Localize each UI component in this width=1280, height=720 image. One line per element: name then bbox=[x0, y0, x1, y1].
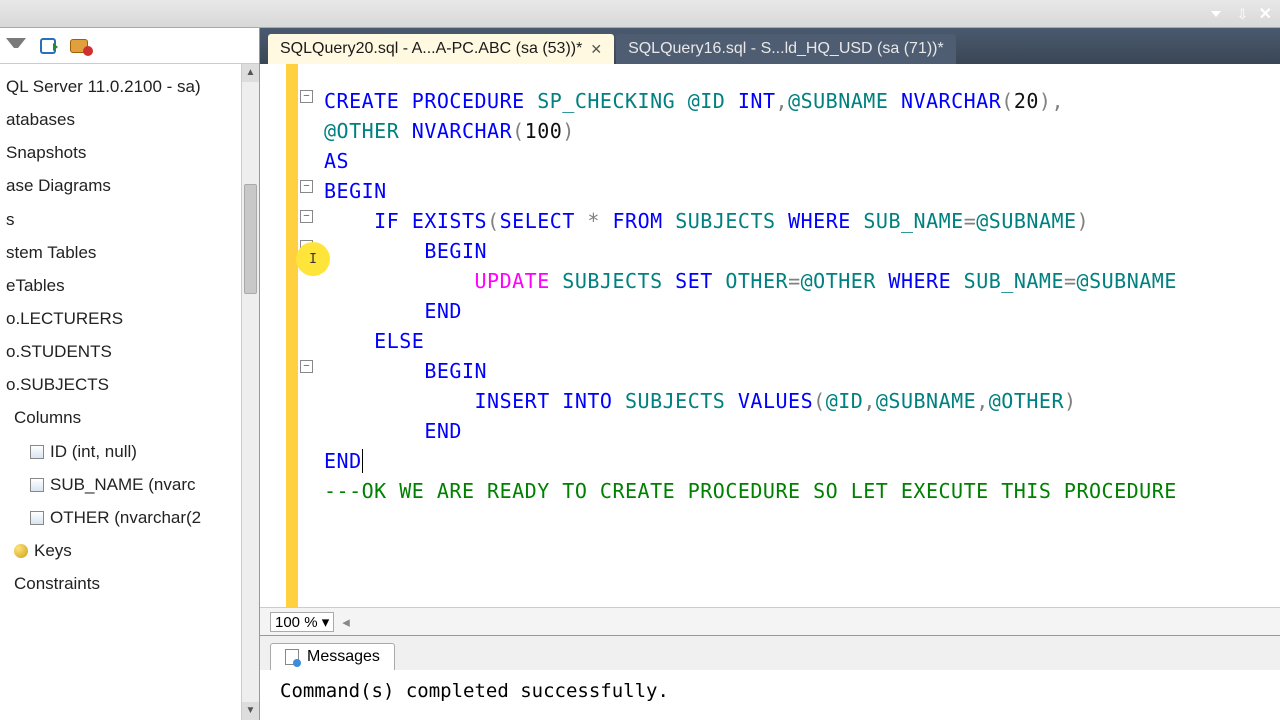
column-item[interactable]: SUB_NAME (nvarc bbox=[2, 468, 259, 501]
column-icon bbox=[30, 445, 44, 459]
explorer-toolbar bbox=[0, 28, 259, 64]
scroll-up-icon[interactable]: ▲ bbox=[242, 64, 259, 82]
server-node[interactable]: QL Server 11.0.2100 - sa) bbox=[2, 70, 259, 103]
disconnect-icon[interactable] bbox=[70, 39, 88, 53]
zoom-dropdown[interactable]: 100 % ▾ bbox=[270, 612, 334, 632]
tab-active[interactable]: SQLQuery20.sql - A...A-PC.ABC (sa (53))*… bbox=[268, 34, 614, 64]
column-icon bbox=[30, 478, 44, 492]
refresh-icon[interactable] bbox=[40, 38, 56, 54]
column-icon bbox=[30, 511, 44, 525]
tree-node[interactable]: atabases bbox=[2, 103, 259, 136]
dropdown-icon[interactable] bbox=[1211, 11, 1221, 17]
messages-tab[interactable]: Messages bbox=[270, 643, 395, 670]
fold-icon[interactable]: − bbox=[300, 180, 313, 193]
object-explorer: QL Server 11.0.2100 - sa) atabases Snaps… bbox=[0, 28, 260, 720]
tree-node[interactable]: eTables bbox=[2, 269, 259, 302]
tab-inactive[interactable]: SQLQuery16.sql - S...ld_HQ_USD (sa (71))… bbox=[616, 34, 956, 64]
object-tree[interactable]: QL Server 11.0.2100 - sa) atabases Snaps… bbox=[0, 64, 259, 606]
tree-node[interactable]: o.LECTURERS bbox=[2, 302, 259, 335]
cursor-highlight: I bbox=[296, 242, 330, 276]
tree-node[interactable]: o.SUBJECTS bbox=[2, 368, 259, 401]
code-editor[interactable]: − − − − − I CREATE PROCEDURE SP_CHECKING… bbox=[260, 64, 1280, 607]
columns-folder[interactable]: Columns bbox=[2, 401, 259, 434]
panel-header: ⇩ ✕ bbox=[0, 0, 1280, 28]
scroll-left-icon[interactable]: ◂ bbox=[342, 613, 350, 631]
fold-icon[interactable]: − bbox=[300, 360, 313, 373]
messages-icon bbox=[285, 649, 299, 665]
pin-icon[interactable]: ⇩ bbox=[1237, 6, 1253, 22]
key-icon bbox=[14, 544, 28, 558]
scroll-down-icon[interactable]: ▼ bbox=[242, 702, 259, 720]
tree-node[interactable]: ase Diagrams bbox=[2, 169, 259, 202]
tab-close-icon[interactable]: ✕ bbox=[590, 41, 602, 58]
tab-label: SQLQuery16.sql - S...ld_HQ_USD (sa (71))… bbox=[628, 40, 944, 58]
change-indicator bbox=[286, 64, 298, 607]
fold-icon[interactable]: − bbox=[300, 90, 313, 103]
keys-folder[interactable]: Keys bbox=[2, 534, 259, 567]
messages-output[interactable]: Command(s) completed successfully. bbox=[260, 670, 1280, 720]
tree-node[interactable]: s bbox=[2, 203, 259, 236]
tree-node[interactable]: Snapshots bbox=[2, 136, 259, 169]
column-item[interactable]: OTHER (nvarchar(2 bbox=[2, 501, 259, 534]
tree-node[interactable]: stem Tables bbox=[2, 236, 259, 269]
editor-pane: SQLQuery20.sql - A...A-PC.ABC (sa (53))*… bbox=[260, 28, 1280, 720]
constraints-folder[interactable]: Constraints bbox=[2, 567, 259, 600]
zoom-bar: 100 % ▾ ◂ bbox=[260, 607, 1280, 635]
fold-gutter[interactable]: − − − − − I bbox=[298, 64, 320, 607]
tab-label: SQLQuery20.sql - A...A-PC.ABC (sa (53))* bbox=[280, 40, 582, 58]
tree-node[interactable]: o.STUDENTS bbox=[2, 335, 259, 368]
column-item[interactable]: ID (int, null) bbox=[2, 435, 259, 468]
vertical-scrollbar[interactable]: ▲ ▼ bbox=[241, 64, 259, 720]
filter-icon[interactable] bbox=[6, 38, 26, 58]
fold-icon[interactable]: − bbox=[300, 210, 313, 223]
code-text[interactable]: CREATE PROCEDURE SP_CHECKING @ID INT,@SU… bbox=[320, 64, 1280, 607]
scroll-thumb[interactable] bbox=[244, 184, 257, 294]
messages-panel: Messages Command(s) completed successful… bbox=[260, 635, 1280, 720]
messages-tab-label: Messages bbox=[307, 648, 380, 666]
close-icon[interactable]: ✕ bbox=[1259, 4, 1272, 24]
document-tabs: SQLQuery20.sql - A...A-PC.ABC (sa (53))*… bbox=[260, 28, 1280, 64]
